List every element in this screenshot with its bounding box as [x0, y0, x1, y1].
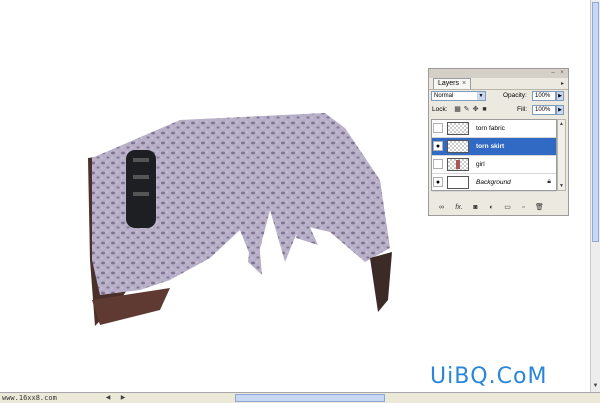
eye-icon[interactable]: ●	[433, 141, 443, 151]
tab-close-icon[interactable]: ×	[462, 80, 466, 87]
fill-arrow-icon[interactable]: ▶	[556, 105, 564, 115]
layer-row-torn-skirt[interactable]: ● torn skirt	[432, 138, 556, 156]
scroll-down-icon[interactable]: ▼	[558, 182, 565, 190]
lock-position-icon[interactable]: ✥	[472, 106, 479, 114]
opacity-label: Opacity:	[503, 92, 527, 99]
vertical-scroll-thumb[interactable]	[592, 2, 599, 242]
fill-field[interactable]: 100%	[532, 105, 556, 115]
eye-icon[interactable]: ●	[433, 177, 443, 187]
group-icon[interactable]: ▭	[503, 203, 512, 212]
panel-titlebar[interactable]: – ×	[429, 69, 568, 78]
layer-name: torn fabric	[476, 125, 505, 132]
mask-icon[interactable]: ◙	[471, 203, 480, 212]
lock-label: Lock:	[432, 106, 448, 113]
lock-row: Lock: ▦ ✎ ✥ ■ Fill: 100% ▶	[431, 105, 567, 116]
lock-transparency-icon[interactable]: ▦	[454, 106, 461, 114]
panel-tab-row: Layers × ▸	[429, 78, 568, 90]
lock-paint-icon[interactable]: ✎	[463, 106, 470, 114]
visibility-toggle[interactable]	[433, 123, 443, 133]
layers-scrollbar[interactable]: ▲ ▼	[557, 119, 566, 191]
layer-row-girl[interactable]: girl	[432, 156, 556, 174]
blend-row: Normal ▼ Opacity: 100% ▶	[431, 91, 567, 102]
scroll-left-icon[interactable]: ◀	[104, 394, 112, 402]
layer-name: girl	[476, 161, 485, 168]
layer-row-background[interactable]: ● Background 🔒︎	[432, 174, 556, 192]
vertical-scrollbar[interactable]: ▼	[590, 0, 600, 392]
panel-footer: ∞ fx. ◙ ◐ ▭ ▫ 🗑︎	[431, 203, 567, 213]
blend-mode-value: Normal	[434, 93, 454, 99]
visibility-toggle[interactable]	[433, 159, 443, 169]
tab-layers-label: Layers	[438, 80, 460, 87]
watermark-logo: UiBQ.CoM	[430, 364, 548, 389]
fill-label: Fill:	[517, 106, 528, 113]
opacity-arrow-icon[interactable]: ▶	[556, 91, 564, 101]
layer-thumbnail	[447, 140, 469, 153]
layer-thumbnail	[447, 158, 469, 171]
blend-mode-select[interactable]: Normal ▼	[431, 91, 486, 101]
new-layer-icon[interactable]: ▫	[519, 203, 528, 212]
status-text: www.16xx8.com	[2, 394, 57, 402]
link-icon[interactable]: ∞	[437, 203, 446, 212]
layer-name: torn skirt	[476, 143, 505, 150]
scroll-down-icon[interactable]: ▼	[591, 382, 600, 391]
scroll-up-icon[interactable]: ▲	[558, 120, 565, 128]
trash-icon[interactable]: 🗑︎	[535, 203, 544, 212]
layers-list: torn fabric ● torn skirt girl ● Backgrou…	[431, 119, 557, 192]
panel-menu-icon[interactable]: ▸	[561, 80, 564, 87]
layer-thumbnail	[447, 176, 469, 189]
horizontal-scroll-thumb[interactable]	[235, 394, 385, 402]
status-bar: www.16xx8.com ◀ ▶	[0, 392, 600, 403]
minimize-icon[interactable]: –	[550, 70, 556, 76]
fx-icon[interactable]: fx.	[453, 203, 465, 212]
layer-thumbnail	[447, 122, 469, 135]
opacity-field[interactable]: 100%	[532, 91, 556, 101]
lock-icon: 🔒︎	[547, 178, 551, 185]
adjustment-icon[interactable]: ◐	[487, 203, 496, 212]
layer-name: Background	[476, 179, 511, 186]
lock-all-icon[interactable]: ■	[481, 106, 488, 114]
scroll-right-icon[interactable]: ▶	[119, 394, 127, 402]
tab-layers[interactable]: Layers ×	[433, 78, 472, 89]
layers-panel: – × Layers × ▸ Normal ▼ Opacity: 100% ▶ L…	[428, 68, 569, 216]
close-panel-icon[interactable]: ×	[559, 70, 565, 76]
layer-row-torn-fabric[interactable]: torn fabric	[432, 120, 556, 138]
chevron-down-icon[interactable]: ▼	[477, 92, 485, 100]
